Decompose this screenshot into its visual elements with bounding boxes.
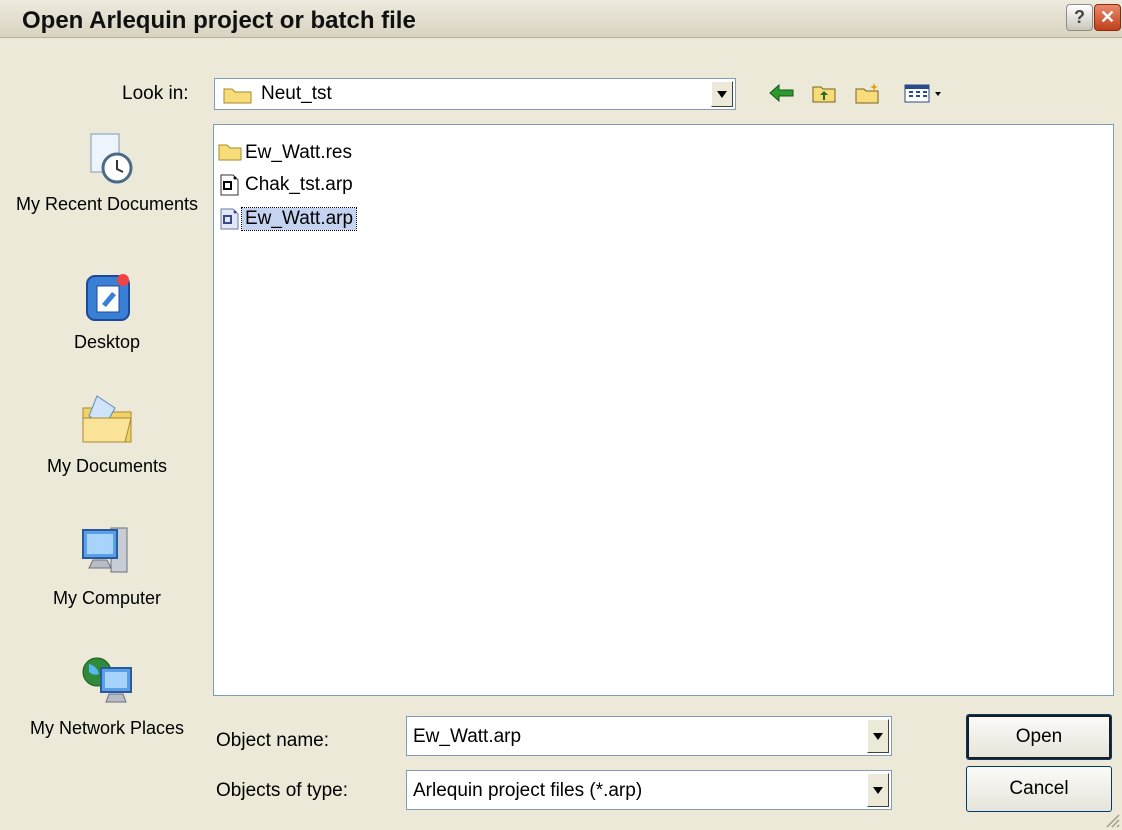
arp-file-icon <box>220 174 239 196</box>
up-folder-icon[interactable] <box>810 82 838 104</box>
network-places-icon <box>82 657 132 703</box>
look-in-label: Look in: <box>122 83 189 104</box>
back-icon[interactable] <box>768 82 796 104</box>
place-label: Desktop <box>73 332 141 352</box>
open-button[interactable]: Open <box>966 714 1112 760</box>
file-list[interactable]: Ew_Watt.res Chak_tst.arp Ew_Watt.arp <box>213 124 1114 696</box>
place-label: My Recent Documents <box>15 194 199 214</box>
arp-file-icon <box>220 208 239 230</box>
chevron-down-icon[interactable] <box>711 81 733 107</box>
place-my-documents[interactable]: My Documents <box>7 390 207 478</box>
window-title: Open Arlequin project or batch file <box>22 7 416 34</box>
cancel-button[interactable]: Cancel <box>966 766 1112 812</box>
help-button[interactable]: ? <box>1066 4 1093 31</box>
place-label: My Computer <box>52 588 162 608</box>
look-in-dropdown[interactable]: Neut_tst <box>214 78 736 110</box>
close-button[interactable]: ✕ <box>1094 4 1121 31</box>
file-name: Chak_tst.arp <box>245 174 353 195</box>
place-my-network-places[interactable]: My Network Places <box>7 650 207 740</box>
object-type-dropdown[interactable]: Arlequin project files (*.arp) <box>406 770 892 810</box>
my-computer-icon <box>82 527 128 573</box>
object-type-label: Objects of type: <box>216 780 349 801</box>
resize-grip-icon[interactable] <box>1102 810 1120 828</box>
place-my-computer[interactable]: My Computer <box>7 520 207 610</box>
desktop-icon <box>86 274 130 321</box>
chevron-down-icon[interactable] <box>867 773 889 807</box>
title-bar: Open Arlequin project or batch file ? ✕ <box>0 0 1122 38</box>
view-menu-icon[interactable] <box>903 82 947 104</box>
places-bar: My Recent Documents Desktop My Documents… <box>7 110 207 800</box>
recent-documents-icon <box>90 133 133 184</box>
folder-icon <box>218 144 242 161</box>
place-desktop[interactable]: Desktop <box>7 270 207 354</box>
file-name: Ew_Watt.arp <box>240 207 358 231</box>
object-name-label: Object name: <box>216 730 329 751</box>
place-label: My Network Places <box>29 718 185 738</box>
chevron-down-icon[interactable] <box>867 719 889 753</box>
object-type-value: Arlequin project files (*.arp) <box>413 780 643 801</box>
look-in-value: Neut_tst <box>261 83 332 104</box>
file-name: Ew_Watt.res <box>245 142 352 163</box>
folder-icon <box>223 88 252 104</box>
object-name-value: Ew_Watt.arp <box>413 726 522 747</box>
my-documents-icon <box>82 395 132 443</box>
place-label: My Documents <box>46 456 168 476</box>
object-name-input[interactable]: Ew_Watt.arp <box>406 716 892 756</box>
place-my-recent-documents[interactable]: My Recent Documents <box>7 130 207 216</box>
new-folder-icon[interactable] <box>853 82 881 104</box>
